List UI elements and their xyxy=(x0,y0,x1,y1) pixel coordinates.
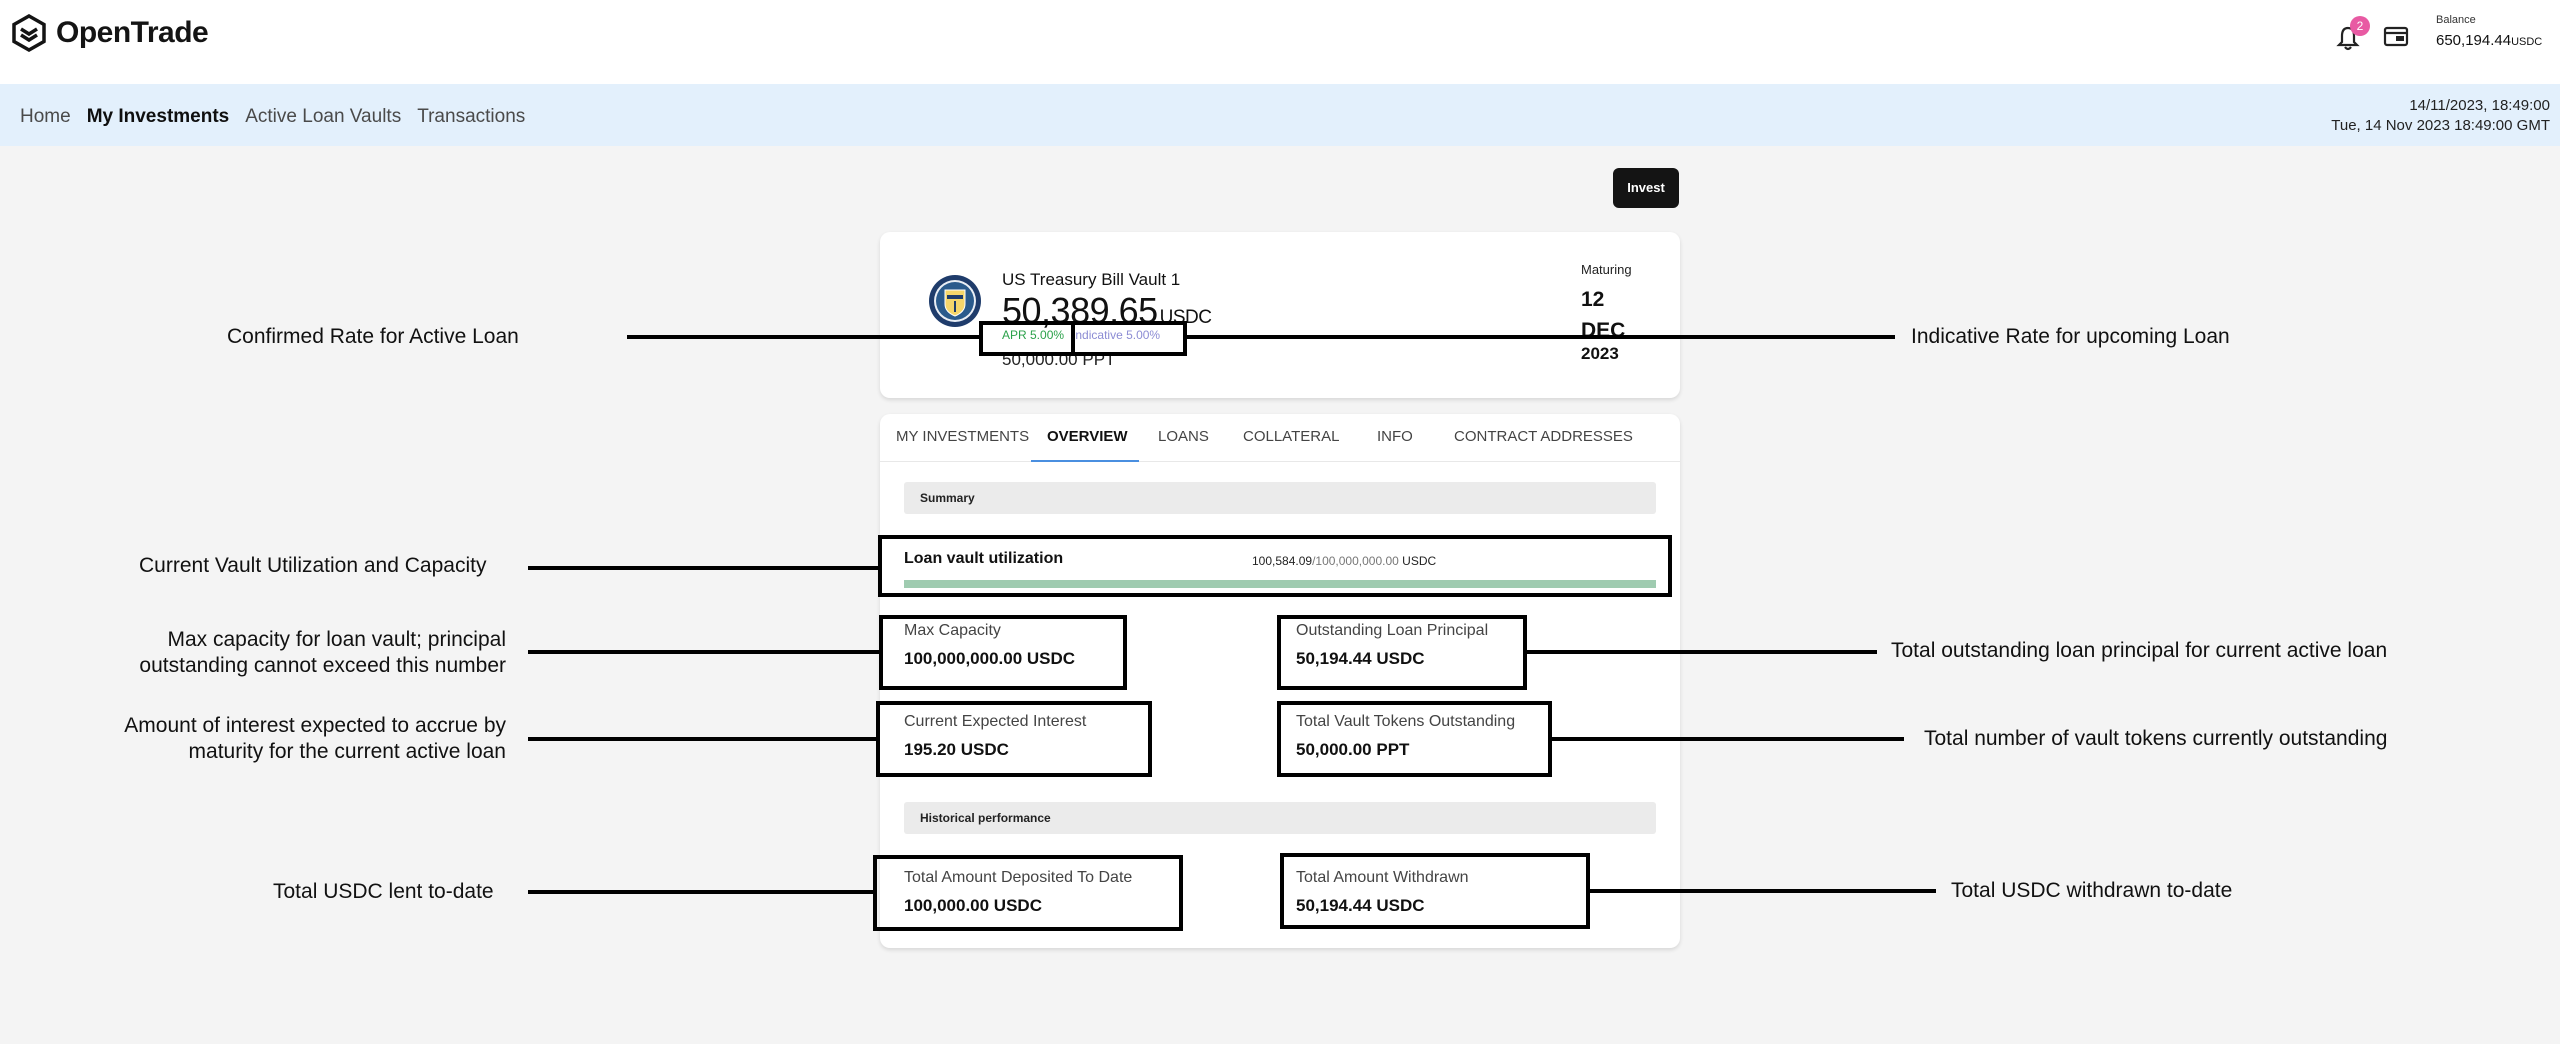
balance-value: 650,194.44USDC xyxy=(2436,32,2542,49)
treasury-seal-icon xyxy=(929,275,981,327)
date-long: Tue, 14 Nov 2023 18:49:00 GMT xyxy=(2331,117,2550,134)
tab-collateral[interactable]: COLLATERAL xyxy=(1243,428,1339,445)
nav-item-active-loan-vaults[interactable]: Active Loan Vaults xyxy=(245,106,401,128)
annotation-interest-line2: maturity for the current active loan xyxy=(188,740,506,763)
annotation-line-outstanding xyxy=(1527,650,1877,654)
annotation-box-interest xyxy=(876,701,1152,777)
date-short: 14/11/2023, 18:49:00 xyxy=(2409,97,2550,114)
annotation-line-max-capacity xyxy=(528,650,879,654)
balance-unit: USDC xyxy=(2511,36,2543,48)
vault-card: US Treasury Bill Vault 1 50,389.65 USDC A… xyxy=(880,232,1680,398)
annotation-box-deposited xyxy=(873,855,1183,931)
annotation-interest: Amount of interest expected to accrue by… xyxy=(70,713,506,765)
notification-badge: 2 xyxy=(2350,16,2370,36)
annotation-box-indicative xyxy=(1071,321,1187,356)
annotation-line-indicative xyxy=(1187,335,1895,339)
historical-header: Historical performance xyxy=(904,802,1656,834)
logo[interactable]: OpenTrade xyxy=(10,14,209,52)
datetime: 14/11/2023, 18:49:00 Tue, 14 Nov 2023 18… xyxy=(2331,96,2550,136)
annotation-line-utilization xyxy=(528,566,878,570)
nav-item-transactions[interactable]: Transactions xyxy=(417,106,525,128)
annotation-utilization: Current Vault Utilization and Capacity xyxy=(139,554,487,577)
maturing-year: 2023 xyxy=(1581,344,1619,363)
opentrade-logo-icon xyxy=(12,14,46,52)
wallet-icon[interactable] xyxy=(2382,22,2410,50)
tab-loans[interactable]: LOANS xyxy=(1158,428,1209,445)
annotation-box-max-capacity xyxy=(879,615,1127,690)
nav-bar: Home My Investments Active Loan Vaults T… xyxy=(0,84,2560,146)
annotation-box-outstanding xyxy=(1277,615,1527,690)
invest-button[interactable]: Invest xyxy=(1613,168,1679,208)
annotation-line-deposited xyxy=(528,890,873,894)
summary-header: Summary xyxy=(904,482,1656,514)
annotation-interest-line1: Amount of interest expected to accrue by xyxy=(124,714,506,737)
tab-my-investments[interactable]: MY INVESTMENTS xyxy=(896,428,1029,445)
top-header: OpenTrade 2 Balance 650,194.44USDC xyxy=(0,0,2560,84)
nav-item-my-investments[interactable]: My Investments xyxy=(87,106,230,128)
annotation-outstanding: Total outstanding loan principal for cur… xyxy=(1891,639,2388,662)
annotation-max-capacity: Max capacity for loan vault; principal o… xyxy=(70,627,506,679)
tab-info[interactable]: INFO xyxy=(1377,428,1413,445)
annotation-line-confirmed xyxy=(627,335,979,339)
annotation-confirmed-rate: Confirmed Rate for Active Loan xyxy=(227,325,519,348)
annotation-box-withdrawn xyxy=(1280,853,1590,929)
active-tab-indicator xyxy=(1031,460,1139,462)
annotation-max-capacity-line2: outstanding cannot exceed this number xyxy=(139,654,506,677)
annotation-withdrawn: Total USDC withdrawn to-date xyxy=(1951,879,2233,902)
tab-contract-addresses[interactable]: CONTRACT ADDRESSES xyxy=(1454,428,1633,445)
maturing-label: Maturing xyxy=(1581,262,1632,277)
annotation-line-tokens xyxy=(1552,737,1904,741)
nav-item-home[interactable]: Home xyxy=(20,106,71,128)
tab-bar: MY INVESTMENTS OVERVIEW LOANS COLLATERAL… xyxy=(880,414,1680,462)
balance-amount: 650,194.44 xyxy=(2436,32,2512,49)
annotation-max-capacity-line1: Max capacity for loan vault; principal xyxy=(167,628,507,651)
balance-label: Balance xyxy=(2436,14,2476,26)
nav-items: Home My Investments Active Loan Vaults T… xyxy=(20,106,525,128)
annotation-line-withdrawn xyxy=(1590,889,1936,893)
annotation-box-utilization xyxy=(878,535,1672,597)
annotation-lent: Total USDC lent to-date xyxy=(273,880,494,903)
annotation-line-interest xyxy=(528,737,876,741)
annotation-indicative-rate: Indicative Rate for upcoming Loan xyxy=(1911,325,2230,348)
tab-overview[interactable]: OVERVIEW xyxy=(1047,428,1128,445)
logo-text: OpenTrade xyxy=(56,16,209,49)
annotation-box-tokens xyxy=(1277,701,1552,777)
vault-name: US Treasury Bill Vault 1 xyxy=(1002,270,1181,289)
annotation-tokens: Total number of vault tokens currently o… xyxy=(1924,727,2388,750)
annotation-box-apr xyxy=(979,321,1075,356)
